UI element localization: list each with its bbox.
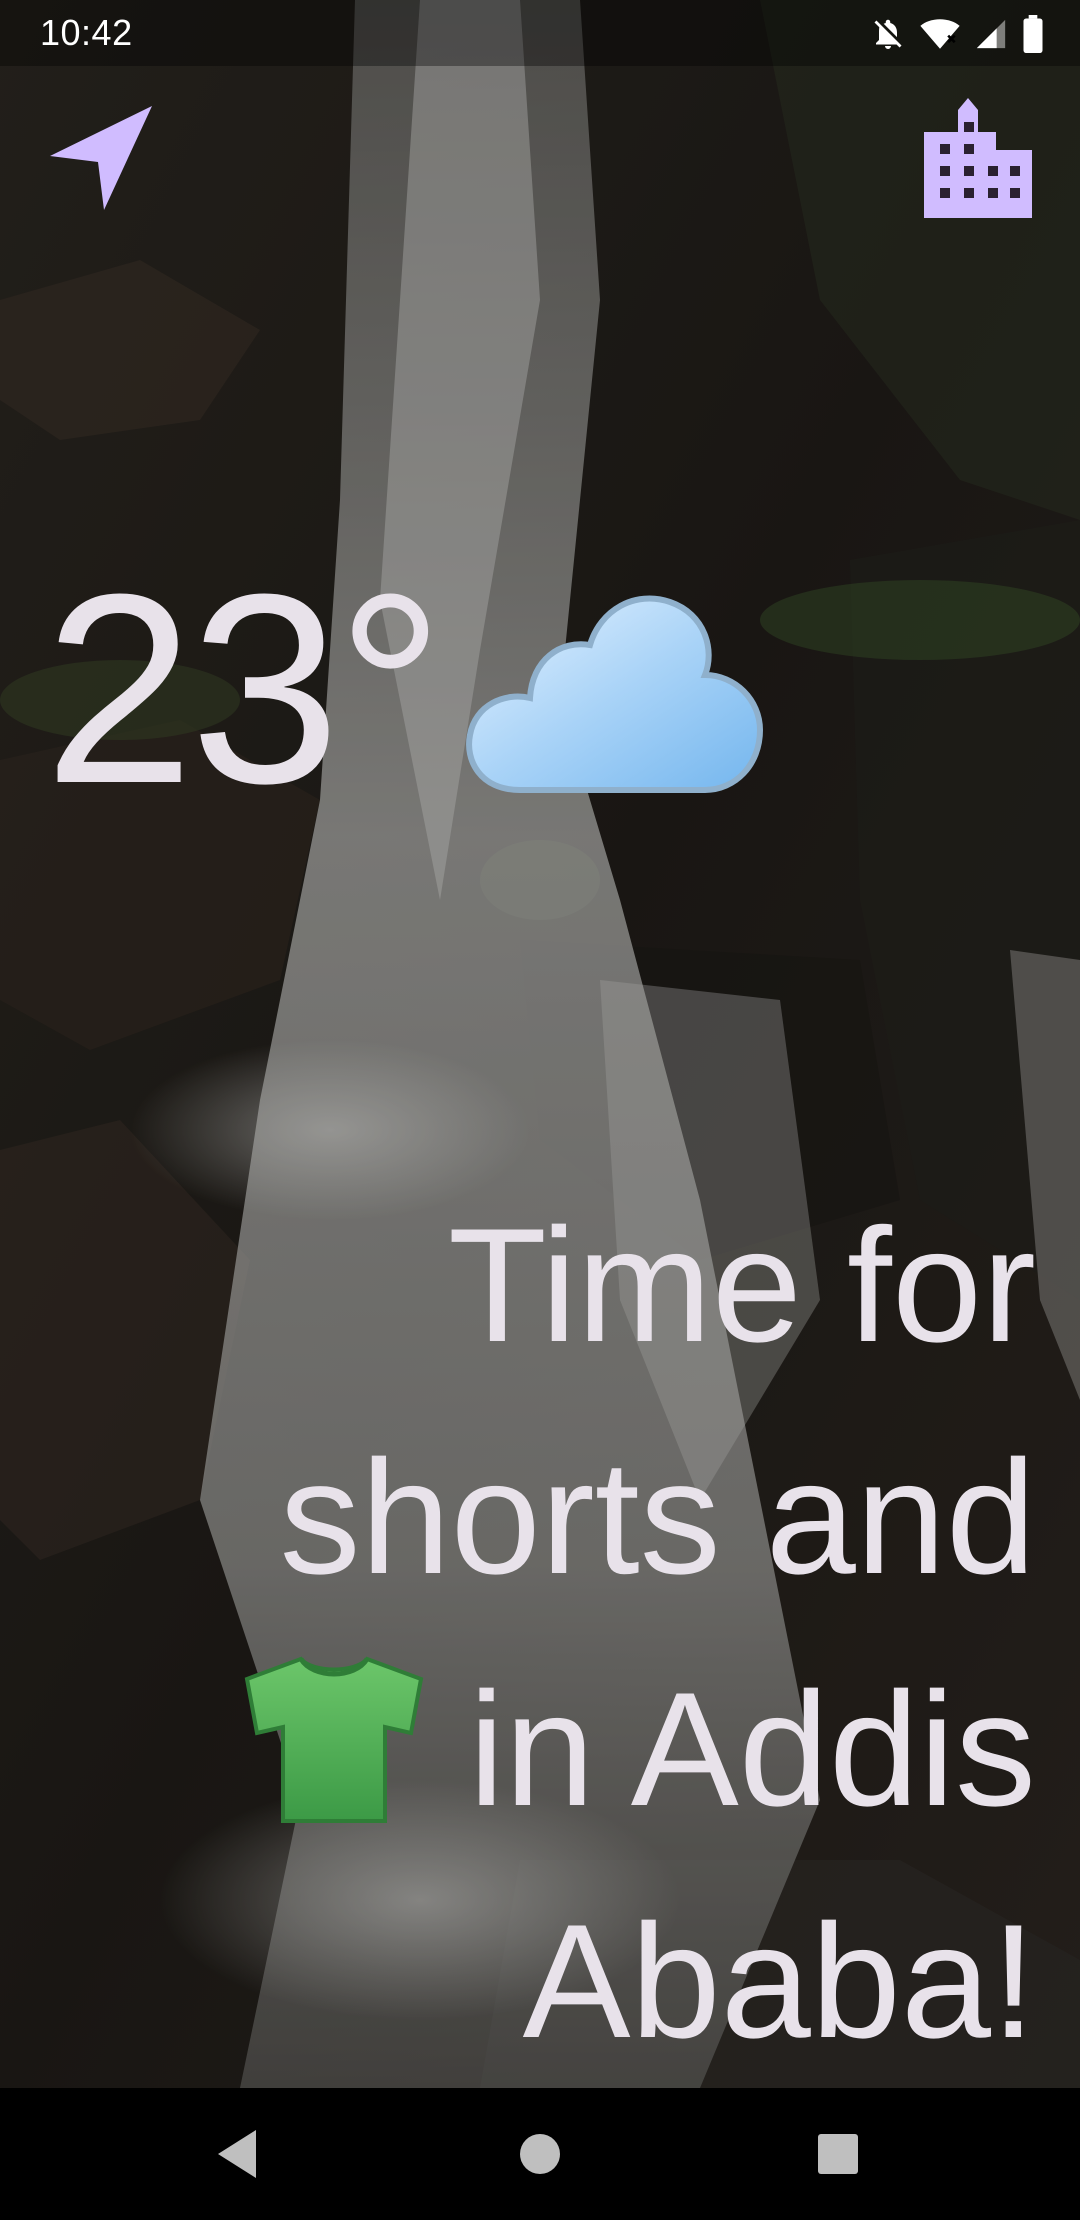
home-circle-icon[interactable] bbox=[504, 2118, 576, 2190]
back-triangle-icon[interactable] bbox=[204, 2118, 276, 2190]
message-line-3: in Addis bbox=[176, 1634, 1036, 1866]
message-line-4: Ababa! bbox=[522, 1891, 1036, 2072]
t-shirt-icon bbox=[244, 1656, 423, 1823]
status-time: 10:42 bbox=[40, 12, 133, 53]
city-buildings-icon[interactable] bbox=[920, 96, 1036, 220]
navigation-arrow-icon[interactable] bbox=[44, 100, 160, 216]
message-line-2: shorts and bbox=[279, 1427, 1036, 1608]
message-line-1: Time for bbox=[447, 1195, 1036, 1376]
navigation-bar bbox=[0, 2088, 1080, 2220]
battery-icon bbox=[1023, 15, 1043, 53]
clothing-recommendation: Time for shorts and in Addis Ababa! bbox=[176, 1170, 1036, 2098]
message-line-3-text: in Addis bbox=[468, 1659, 1036, 1840]
cloud-icon bbox=[466, 595, 764, 793]
cell-signal-icon bbox=[976, 19, 1006, 49]
notifications-off-icon bbox=[874, 19, 902, 49]
status-icons bbox=[870, 14, 1044, 54]
weather-app-screen: 10:42 23° Time for shorts and in Addis A… bbox=[0, 0, 1080, 2220]
recents-square-icon[interactable] bbox=[802, 2118, 874, 2190]
current-weather: 23° bbox=[44, 539, 770, 840]
temperature-value: 23° bbox=[44, 539, 444, 840]
status-bar: 10:42 bbox=[0, 0, 1080, 66]
wifi-icon bbox=[920, 19, 960, 49]
